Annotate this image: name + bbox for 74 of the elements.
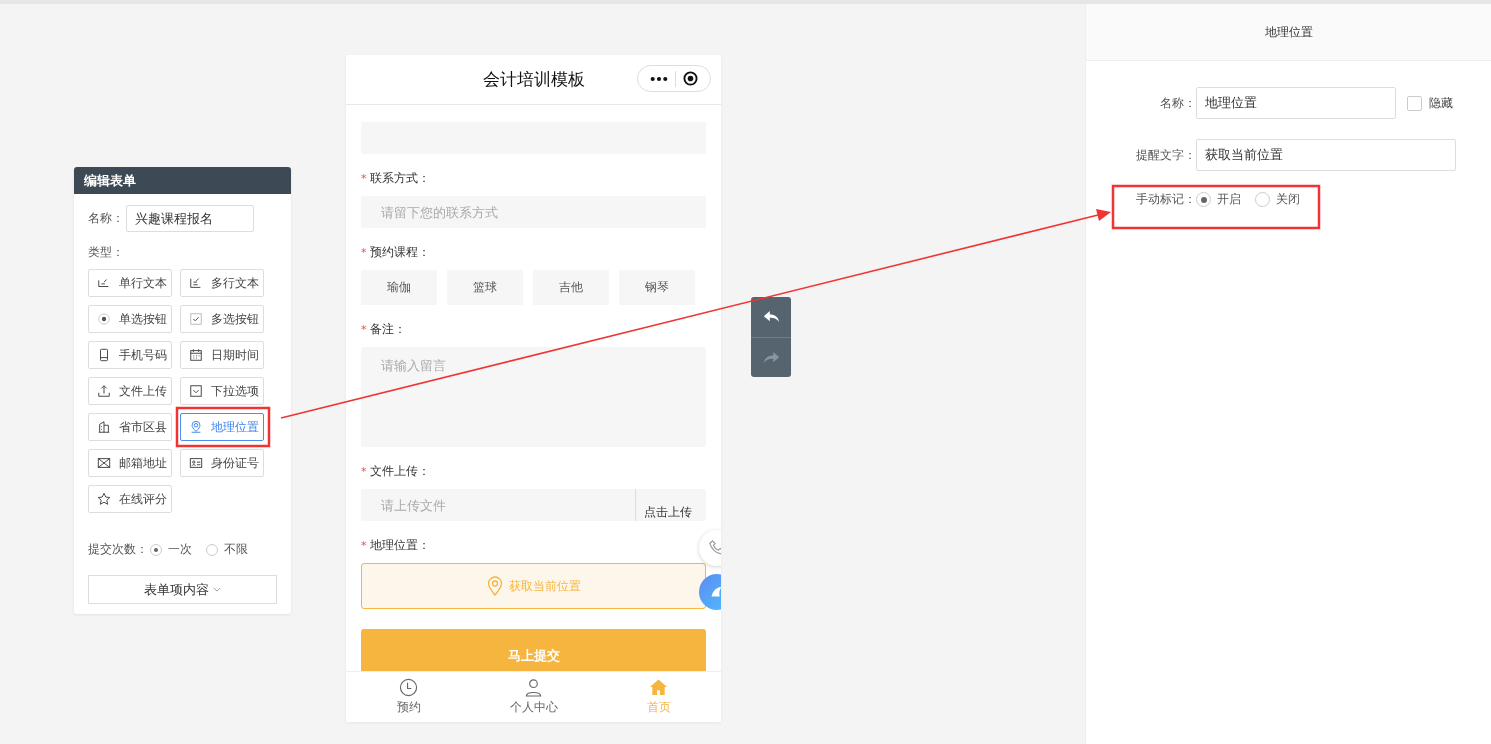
course-option[interactable]: 篮球 (447, 270, 523, 305)
field-label: 提醒文字： (1135, 146, 1196, 164)
redo-icon (762, 350, 780, 365)
tab-item[interactable]: 预约 (358, 672, 459, 722)
field-type-button[interactable]: 地理位置 (180, 413, 264, 441)
clock-icon (399, 678, 418, 697)
radio-icon (97, 312, 111, 326)
phone-icon (708, 539, 721, 557)
required-mark: * (361, 539, 367, 552)
hint-text-field[interactable]: 获取当前位置 (1196, 139, 1456, 171)
input-field[interactable]: 请留下您的联系方式 (361, 196, 706, 228)
upload-field[interactable]: 请上传文件 (361, 489, 635, 521)
field-type-button[interactable]: 手机号码 (88, 341, 172, 369)
form-items-button[interactable]: 表单项内容 (88, 575, 277, 604)
line-edit-icon (97, 276, 111, 290)
hide-checkbox[interactable]: 隐藏 (1407, 94, 1453, 112)
field-label: 地理位置： (369, 537, 430, 554)
field-label: 文件上传： (369, 463, 430, 480)
name-field[interactable]: 兴趣课程报名 (126, 205, 254, 232)
name-field[interactable]: 地理位置 (1196, 87, 1396, 119)
radio-option[interactable]: 不限 (206, 541, 248, 558)
pin-icon (189, 420, 203, 434)
undo-icon (762, 310, 780, 324)
card-icon (189, 456, 203, 470)
multi-edit-icon (189, 276, 203, 290)
course-option[interactable]: 钢琴 (619, 270, 695, 305)
panel-title: 地理位置 (1086, 4, 1491, 61)
upload-button[interactable]: 点击上传 (635, 489, 706, 521)
course-option[interactable]: 瑜伽 (361, 270, 437, 305)
required-mark: * (361, 465, 367, 478)
person-icon (524, 678, 543, 697)
dropdown-icon (189, 384, 203, 398)
required-mark: * (361, 172, 367, 185)
check-icon (189, 312, 203, 326)
radio-option[interactable]: 开启 (1196, 191, 1241, 208)
field-label: 手动标记： (1135, 191, 1196, 208)
building-icon (97, 420, 111, 434)
field-type-button[interactable]: 多行文本 (180, 269, 264, 297)
field-type-button[interactable]: 身份证号 (180, 449, 264, 477)
course-option[interactable]: 吉他 (533, 270, 609, 305)
upload-icon (97, 384, 111, 398)
field-type-button[interactable]: 省市区县 (88, 413, 172, 441)
required-mark: * (361, 246, 367, 259)
more-icon (649, 75, 668, 82)
radio-option[interactable]: 一次 (150, 541, 192, 558)
field-type-button[interactable]: 日期时间 (180, 341, 264, 369)
field-label: 类型： (88, 244, 125, 261)
field-type-button[interactable]: 下拉选项 (180, 377, 264, 405)
target-icon (683, 71, 699, 86)
caret-icon (213, 587, 221, 592)
radio-option[interactable]: 关闭 (1255, 191, 1300, 208)
message-field[interactable]: 请输入留言 (361, 347, 706, 447)
field-label: 名称： (1159, 94, 1196, 112)
phone-icon (97, 348, 111, 362)
field-type-button[interactable]: 邮箱地址 (88, 449, 172, 477)
field-label: 提交次数： (88, 541, 148, 558)
mail-icon (97, 456, 111, 470)
field-label: 备注： (369, 321, 406, 338)
field-label: 预约课程： (369, 244, 430, 261)
tab-item[interactable]: 个人中心 (483, 672, 584, 722)
field-label: 名称： (88, 210, 124, 227)
home-icon (649, 678, 668, 697)
required-mark: * (361, 323, 367, 336)
field-type-button[interactable]: 单选按钮 (88, 305, 172, 333)
field-type-button[interactable]: 单行文本 (88, 269, 172, 297)
star-icon (97, 492, 111, 506)
field-type-button[interactable]: 文件上传 (88, 377, 172, 405)
calendar-icon (189, 348, 203, 362)
field-label: 联系方式： (369, 170, 430, 187)
panel-title: 编辑表单 (74, 167, 291, 194)
location-pin-icon (486, 576, 503, 596)
field-type-button[interactable]: 多选按钮 (180, 305, 264, 333)
page-title: 会计培训模板 (482, 68, 585, 91)
field-type-button[interactable]: 在线评分 (88, 485, 172, 513)
